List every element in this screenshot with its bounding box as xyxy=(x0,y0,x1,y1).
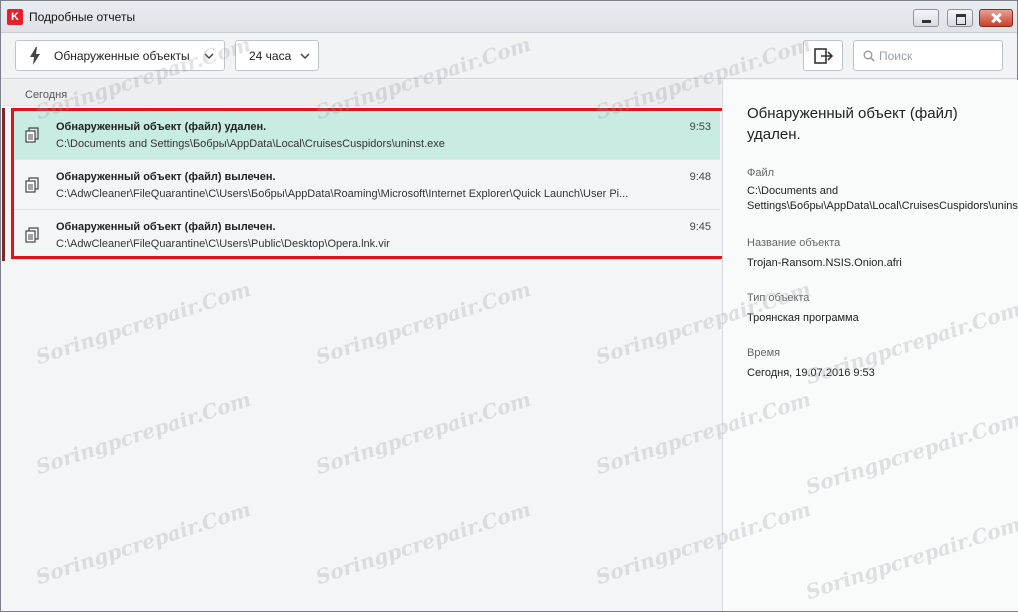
minimize-button[interactable] xyxy=(913,9,939,27)
event-path: C:\Documents and Settings\Бобры\AppData\… xyxy=(56,138,445,150)
event-row[interactable]: Обнаруженный объект (файл) вылечен. C:\A… xyxy=(11,160,720,210)
chevron-down-icon xyxy=(204,53,214,60)
details-title: Обнаруженный объект (файл) удален. xyxy=(747,105,958,143)
time-label: Время xyxy=(747,347,781,359)
window-title: Подробные отчеты xyxy=(29,10,136,24)
events-list: Сегодня Обнаруженный объект (файл) удале… xyxy=(2,80,725,611)
maximize-button[interactable] xyxy=(947,9,973,27)
section-header-label: Сегодня xyxy=(25,89,68,101)
period-dropdown-label: 24 часа xyxy=(249,49,292,63)
time-value: Сегодня, 19.07.2016 9:53 xyxy=(747,367,875,379)
document-copies-icon xyxy=(25,227,39,243)
object-type-label: Тип объекта xyxy=(747,292,810,304)
event-title: Обнаруженный объект (файл) вылечен. xyxy=(56,171,276,183)
lightning-icon xyxy=(30,47,40,65)
event-time: 9:53 xyxy=(689,121,711,133)
document-copies-icon xyxy=(25,127,39,143)
event-title: Обнаруженный объект (файл) удален. xyxy=(56,121,267,133)
chevron-down-icon xyxy=(300,53,310,60)
event-time: 9:48 xyxy=(689,171,711,183)
kaspersky-report-window: K Подробные отчеты Обнаруженные объекты … xyxy=(0,0,1018,612)
export-icon xyxy=(814,48,834,64)
kaspersky-logo-icon: K xyxy=(7,9,23,25)
section-header-today: Сегодня xyxy=(2,80,721,106)
event-path: C:\AdwCleaner\FileQuarantine\C\Users\Pub… xyxy=(56,238,390,250)
event-row[interactable]: Обнаруженный объект (файл) вылечен. C:\A… xyxy=(11,210,720,260)
event-time: 9:45 xyxy=(689,221,711,233)
file-value: C:\Documents and Settings\Бобры\AppData\… xyxy=(747,185,1018,212)
object-name-label: Название объекта xyxy=(747,237,841,249)
export-button[interactable] xyxy=(803,40,843,71)
close-button[interactable] xyxy=(979,9,1013,27)
filter-dropdown-label: Обнаруженные объекты xyxy=(54,49,190,63)
selection-indicator xyxy=(2,108,5,261)
document-copies-icon xyxy=(25,177,39,193)
toolbar: Обнаруженные объекты 24 часа xyxy=(1,33,1017,79)
search-icon xyxy=(863,50,875,62)
filter-dropdown[interactable]: Обнаруженные объекты xyxy=(15,40,225,71)
object-type-value: Троянская программа xyxy=(747,312,859,324)
event-path: C:\AdwCleaner\FileQuarantine\C\Users\Боб… xyxy=(56,188,629,200)
search-input[interactable] xyxy=(879,47,997,65)
period-dropdown[interactable]: 24 часа xyxy=(235,40,319,71)
event-title: Обнаруженный объект (файл) вылечен. xyxy=(56,221,276,233)
object-name-value: Trojan-Ransom.NSIS.Onion.afri xyxy=(747,257,902,269)
event-row[interactable]: Обнаруженный объект (файл) удален. C:\Do… xyxy=(11,110,720,160)
file-label: Файл xyxy=(747,167,775,179)
title-bar: K Подробные отчеты xyxy=(1,1,1017,33)
search-box[interactable] xyxy=(853,40,1003,71)
details-panel: Обнаруженный объект (файл) удален. Файл … xyxy=(722,80,1018,611)
